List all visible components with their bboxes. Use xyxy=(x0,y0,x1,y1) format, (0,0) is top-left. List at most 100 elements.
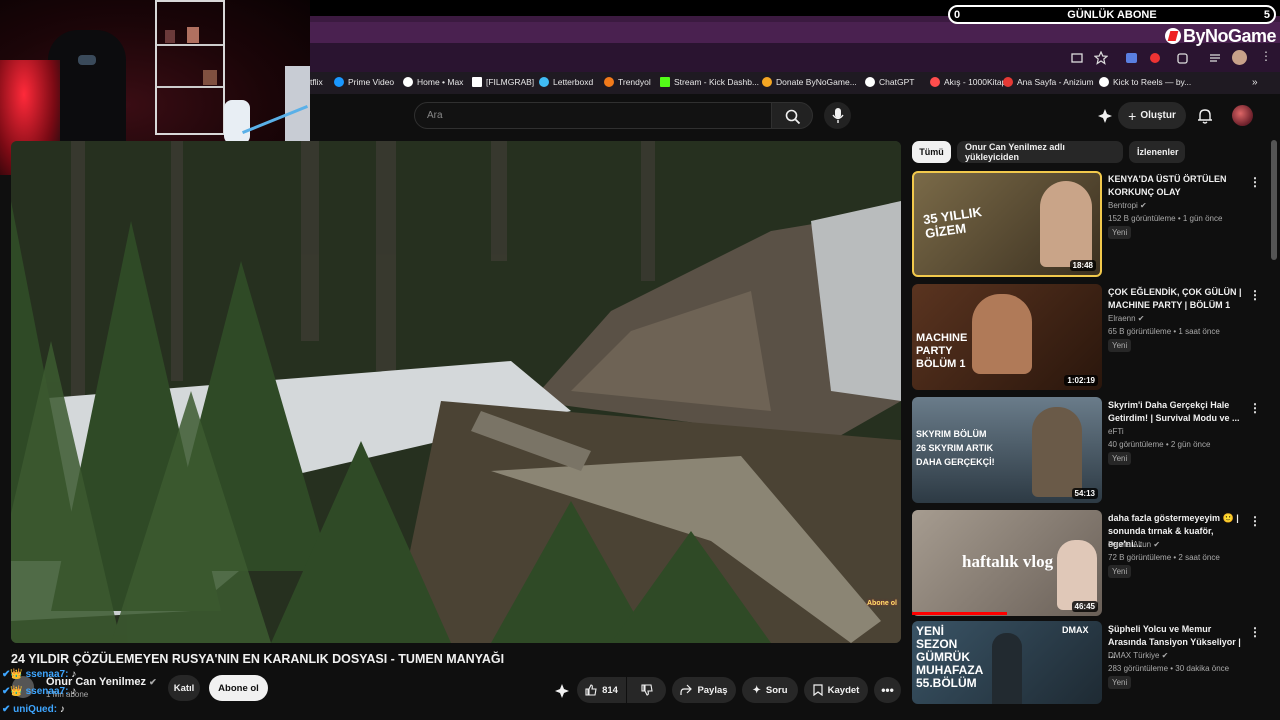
bookmark-netflix[interactable]: tflix xyxy=(310,77,323,87)
recommendation-title[interactable]: Skyrim'i Daha Gerçekçi Hale Getirdim! | … xyxy=(1108,399,1246,425)
video-thumbnail[interactable]: haftalık vlog 46:45 xyxy=(912,510,1102,616)
bookmark-anizium[interactable]: Ana Sayfa - Anizium xyxy=(1003,77,1094,87)
profile-avatar[interactable] xyxy=(1232,50,1247,65)
bookmark-prime-video[interactable]: Prime Video xyxy=(334,77,394,87)
bynogame-logo: ByNoGame xyxy=(1165,26,1277,47)
abone-ol-watermark[interactable]: Abone ol xyxy=(867,600,897,607)
youtube-header: Ara + Oluştur xyxy=(310,94,1280,138)
duration-badge: 54:13 xyxy=(1071,488,1098,499)
thumbs-up-icon xyxy=(585,684,597,696)
recommendation-item[interactable]: MACHINE PARTY BÖLÜM 1 1:02:19 ÇOK EĞLEND… xyxy=(912,284,1262,390)
bookmark-filmgrab[interactable]: [FILMGRAB] xyxy=(472,77,534,87)
thumbs-down-icon xyxy=(640,684,653,696)
share-button[interactable]: Paylaş xyxy=(672,677,736,703)
recommendation-title[interactable]: KENYA'DA ÜSTÜ ÖRTÜLEN KORKUNÇ OLAY xyxy=(1108,173,1246,199)
install-icon[interactable] xyxy=(1070,51,1084,65)
new-badge: Yeni xyxy=(1108,226,1132,239)
account-avatar[interactable] xyxy=(1232,105,1253,126)
more-options-icon[interactable]: ⋮ xyxy=(1249,175,1261,189)
bookmark-max[interactable]: Home • Max xyxy=(403,77,463,87)
microphone xyxy=(224,100,250,144)
dmax-logo: DMAX xyxy=(1062,625,1089,635)
video-thumbnail[interactable]: YENİ SEZON GÜMRÜK MUHAFAZA 55.BÖLÜM DMAX xyxy=(912,621,1102,704)
recommendation-channel[interactable]: Elraenn ✔ xyxy=(1108,314,1145,323)
recommendation-item[interactable]: SKYRIM BÖLÜM 26 SKYRIM ARTIK DAHA GERÇEK… xyxy=(912,397,1262,503)
search-button[interactable] xyxy=(771,102,813,129)
kick-icon xyxy=(660,77,670,87)
recommendation-item[interactable]: 35 YILLIK GİZEM 18:48 KENYA'DA ÜSTÜ ÖRTÜ… xyxy=(912,171,1262,277)
microphone-icon xyxy=(832,108,844,123)
extension-red-icon[interactable] xyxy=(1148,51,1162,65)
translate-extension-icon[interactable] xyxy=(1125,51,1139,65)
more-options-icon[interactable]: ⋮ xyxy=(1249,514,1261,528)
more-actions-button[interactable]: ••• xyxy=(874,677,901,703)
chip-all[interactable]: Tümü xyxy=(912,141,951,163)
recommendation-channel[interactable]: Bentropi ✔ xyxy=(1108,201,1147,210)
recommendation-meta: 152 B görüntüleme • 1 gün önce xyxy=(1108,214,1223,223)
bookmarks-bar: tflix Prime Video Home • Max [FILMGRAB] … xyxy=(310,72,1280,94)
more-options-icon[interactable]: ⋮ xyxy=(1249,625,1261,639)
notifications-bell-icon[interactable] xyxy=(1197,107,1213,125)
bookmarks-overflow-icon[interactable]: » xyxy=(1252,77,1258,88)
browser-menu-icon[interactable]: ⋮ xyxy=(1260,49,1272,63)
bookmark-icon xyxy=(813,684,823,696)
shelf xyxy=(155,0,225,135)
video-frame-illustration xyxy=(11,141,901,643)
moderator-badge-icon: ✔👑 xyxy=(2,669,23,680)
max-icon xyxy=(403,77,413,87)
moderator-badge-icon: ✔ xyxy=(2,704,11,715)
new-badge: Yeni xyxy=(1108,452,1132,465)
chat-message: ✔ uniQued: ♪ xyxy=(2,704,65,715)
duration-badge: 46:45 xyxy=(1071,601,1098,612)
recommendation-item[interactable]: YENİ SEZON GÜMRÜK MUHAFAZA 55.BÖLÜM DMAX… xyxy=(912,621,1262,704)
chip-watched[interactable]: İzlenenler xyxy=(1129,141,1185,163)
bookmark-letterboxd[interactable]: Letterboxd xyxy=(539,77,593,87)
chip-from-uploader[interactable]: Onur Can Yenilmez adlı yükleyiciden xyxy=(957,141,1123,163)
recommendation-channel[interactable]: Damla Altun ✔ xyxy=(1108,540,1160,549)
sparkle-icon: ✦ xyxy=(752,684,761,696)
video-player[interactable]: Abone ol xyxy=(11,141,901,643)
reading-list-icon[interactable] xyxy=(1208,51,1222,65)
video-thumbnail[interactable]: MACHINE PARTY BÖLÜM 1 1:02:19 xyxy=(912,284,1102,390)
bookmark-kick-dashboard[interactable]: Stream - Kick Dashb... xyxy=(660,77,759,87)
more-options-icon[interactable]: ⋮ xyxy=(1249,288,1261,302)
duration-badge: 1:02:19 xyxy=(1064,375,1098,386)
save-button[interactable]: Kaydet xyxy=(804,677,868,703)
bookmark-trendyol[interactable]: Trendyol xyxy=(604,77,651,87)
puzzle-icon[interactable] xyxy=(1176,51,1190,65)
recommendation-title[interactable]: ÇOK EĞLENDİK, ÇOK GÜLÜN | MACHINE PARTY … xyxy=(1108,286,1246,312)
join-button[interactable]: Katıl xyxy=(168,675,200,701)
prime-video-icon xyxy=(334,77,344,87)
bookmark-1000kitap[interactable]: Akış - 1000Kitap xyxy=(930,77,1006,87)
gemini-sparkle-icon[interactable] xyxy=(1097,108,1113,124)
recommendation-channel[interactable]: DMAX Türkiye ✔ xyxy=(1108,651,1168,660)
subscribe-button[interactable]: Abone ol xyxy=(209,675,268,701)
recommendation-meta: 72 B görüntüleme • 2 saat önce xyxy=(1108,553,1220,562)
star-icon[interactable] xyxy=(1094,51,1108,65)
1000kitap-icon xyxy=(930,77,940,87)
video-thumbnail[interactable]: 35 YILLIK GİZEM 18:48 xyxy=(912,171,1102,277)
recommendation-channel[interactable]: eFTi xyxy=(1108,427,1124,436)
voice-search-button[interactable] xyxy=(824,102,851,129)
more-options-icon[interactable]: ⋮ xyxy=(1249,401,1261,415)
letterboxd-icon xyxy=(539,77,549,87)
address-bar[interactable]: ⋮ xyxy=(310,43,1280,72)
bookmark-donate[interactable]: Donate ByNoGame... xyxy=(762,77,857,87)
ask-button[interactable]: ✦ Soru xyxy=(742,677,798,703)
bookmark-kick-to-reels[interactable]: Kick to Reels — by... xyxy=(1099,77,1191,87)
create-button[interactable]: + Oluştur xyxy=(1118,102,1186,129)
ai-sparkle-icon[interactable] xyxy=(554,683,570,699)
search-input[interactable]: Ara xyxy=(414,102,772,129)
video-thumbnail[interactable]: SKYRIM BÖLÜM 26 SKYRIM ARTIK DAHA GERÇEK… xyxy=(912,397,1102,503)
recommendation-meta: 40 görüntüleme • 2 gün önce xyxy=(1108,440,1211,449)
dislike-button[interactable] xyxy=(627,677,666,703)
recommendation-item[interactable]: haftalık vlog 46:45 daha fazla göstermey… xyxy=(912,510,1262,616)
kick-to-reels-icon xyxy=(1099,77,1109,87)
chat-message: ✔👑 ssenaa7: ♪ xyxy=(2,669,77,680)
chatgpt-icon xyxy=(865,77,875,87)
bookmark-chatgpt[interactable]: ChatGPT xyxy=(865,77,914,87)
share-icon xyxy=(680,684,693,695)
like-button[interactable]: 814 xyxy=(577,677,626,703)
scrollbar-thumb[interactable] xyxy=(1271,140,1277,260)
duration-badge: 18:48 xyxy=(1069,260,1096,271)
